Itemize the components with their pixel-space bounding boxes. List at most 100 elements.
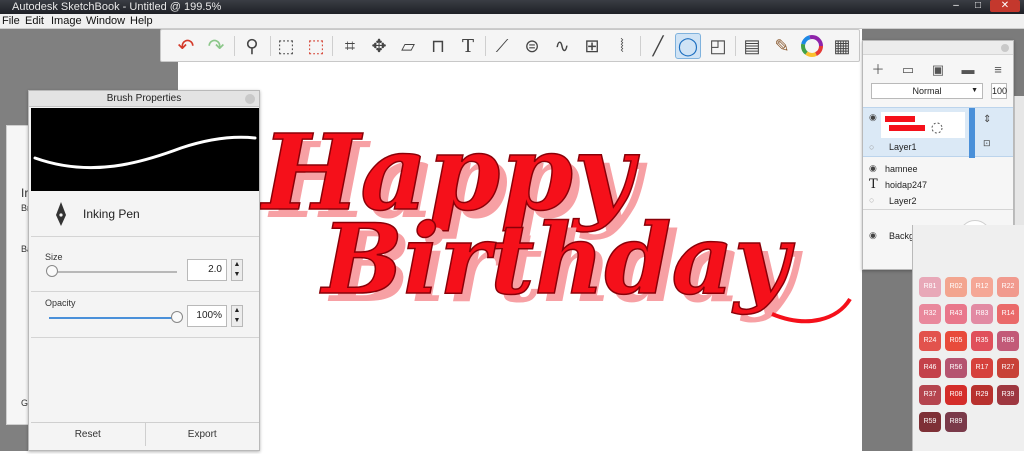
opacity-slider-block: Opacity 100% ▲ ▼	[31, 292, 259, 338]
color-wheel-button[interactable]	[799, 33, 825, 59]
brush-panel-header[interactable]: Brush Properties	[29, 91, 259, 107]
reset-button[interactable]: Reset	[31, 423, 146, 446]
size-slider-knob[interactable]	[45, 265, 58, 277]
visibility-eye-icon[interactable]: ◉	[869, 163, 877, 174]
export-button[interactable]: Export	[146, 423, 260, 446]
stroke-preview-curve	[33, 135, 257, 170]
select-button[interactable]: ⬚	[273, 33, 299, 59]
brush-name-row[interactable]: Inking Pen	[31, 191, 259, 237]
swatch-r83[interactable]: R83	[971, 304, 993, 324]
layers-toggle-button[interactable]: ▤	[739, 33, 765, 59]
window-title: Autodesk SketchBook - Untitled @ 199.5%	[12, 1, 222, 13]
swatch-r32[interactable]: R32	[919, 304, 941, 324]
brush-library-button[interactable]: ✎	[769, 33, 795, 59]
swatch-r81[interactable]: R81	[919, 277, 941, 297]
select-icon: ⬚	[277, 35, 295, 56]
shapes-button[interactable]: ◰	[705, 33, 731, 59]
french-curve-button[interactable]: ∿	[549, 33, 575, 59]
swatch-r37[interactable]: R37	[919, 385, 941, 405]
maximize-button[interactable]: □	[968, 0, 988, 12]
toolbar-divider	[640, 36, 641, 56]
close-button[interactable]: ✕	[990, 0, 1020, 12]
crop-icon: ⌗	[344, 35, 356, 56]
palette-button[interactable]: ▦	[829, 33, 855, 59]
swatch-r27[interactable]: R27	[997, 358, 1019, 378]
swatch-r05[interactable]: R05	[945, 331, 967, 351]
swatch-r17[interactable]: R17	[971, 358, 993, 378]
layer-lock-icon[interactable]: ○	[869, 142, 874, 152]
swatch-r08[interactable]: R08	[945, 385, 967, 405]
ruler-button[interactable]: ⟋	[489, 33, 515, 59]
swatch-r85[interactable]: R85	[997, 331, 1019, 351]
swatch-r46[interactable]: R46	[919, 358, 941, 378]
swatch-r02[interactable]: R02	[945, 277, 967, 297]
minimize-button[interactable]: –	[946, 0, 966, 12]
layer-panel-header[interactable]	[863, 41, 1013, 55]
birthday-text: Birthday	[319, 203, 796, 316]
swatch-r24[interactable]: R24	[919, 331, 941, 351]
layer-row-layer2[interactable]: ○ Layer2	[863, 193, 1013, 209]
layer-name: Layer1	[889, 142, 917, 152]
move-button[interactable]: ✥	[366, 33, 392, 59]
toolbar-divider	[234, 36, 235, 56]
size-slider-track[interactable]	[49, 271, 177, 273]
menu-file[interactable]: File	[2, 14, 20, 29]
toolbar-divider	[735, 36, 736, 56]
opacity-label: Opacity	[45, 298, 76, 308]
swatch-r14[interactable]: R14	[997, 304, 1019, 324]
undo-icon: ↶	[177, 35, 195, 58]
layer-row-layer1[interactable]: ◉ ○ Layer1 ⇕ ⊡	[863, 107, 1013, 158]
drawing-canvas[interactable]: Happy Happy Birthday Birthday	[178, 29, 862, 451]
close-icon[interactable]	[245, 94, 255, 104]
swatch-r59[interactable]: R59	[919, 412, 941, 432]
visibility-eye-icon[interactable]: ◉	[869, 230, 877, 241]
opacity-stepper[interactable]: ▲ ▼	[231, 305, 243, 327]
swatch-r35[interactable]: R35	[971, 331, 993, 351]
ellipse-button[interactable]: ◯	[675, 33, 701, 59]
layer-menu-icon[interactable]: ≡	[989, 61, 1007, 79]
distort-button[interactable]: ▱	[395, 33, 421, 59]
menu-edit[interactable]: Edit	[25, 14, 44, 29]
swatch-r12[interactable]: R12	[971, 277, 993, 297]
size-stepper[interactable]: ▲ ▼	[231, 259, 243, 281]
lasso-select-button[interactable]: ⬚	[303, 33, 329, 59]
opacity-slider-track[interactable]	[49, 317, 177, 319]
swatch-r56[interactable]: R56	[945, 358, 967, 378]
hidden-eye-icon[interactable]: ○	[869, 195, 874, 205]
line-button[interactable]: ╱	[645, 33, 671, 59]
symmetry-button[interactable]: ⦚	[609, 33, 635, 59]
image-layer-icon[interactable]: ▣	[929, 61, 947, 79]
menu-window[interactable]: Window	[86, 14, 125, 29]
perspective-button[interactable]: ⊞	[579, 33, 605, 59]
folder-icon[interactable]: ▭	[899, 61, 917, 79]
blend-mode-dropdown[interactable]: Normal ▼	[871, 83, 983, 99]
ellipse-guide-button[interactable]: ⊜	[519, 33, 545, 59]
shapes-icon: ◰	[709, 35, 727, 56]
ellipse-guide-icon: ⊜	[524, 35, 540, 56]
swatch-r43[interactable]: R43	[945, 304, 967, 324]
text-button[interactable]: T	[455, 33, 481, 59]
crop-button[interactable]: ⌗	[337, 33, 363, 59]
layer-opacity-field[interactable]: 100	[991, 83, 1007, 99]
redo-button[interactable]: ↷	[203, 33, 229, 59]
fill-button[interactable]: ⊓	[425, 33, 451, 59]
menu-help[interactable]: Help	[130, 14, 153, 29]
swatch-r22[interactable]: R22	[997, 277, 1019, 297]
merge-layer-icon[interactable]: ▬	[959, 61, 977, 79]
menu-image[interactable]: Image	[51, 14, 82, 29]
opacity-value-field[interactable]: 100%	[187, 305, 227, 327]
swatch-r29[interactable]: R29	[971, 385, 993, 405]
layer-row-hoidap247[interactable]: T hoidap247	[863, 177, 1013, 193]
close-icon[interactable]	[1001, 44, 1009, 52]
layer-row-hamnee[interactable]: ◉ hamnee	[863, 161, 1013, 177]
size-value-field[interactable]: 2.0	[187, 259, 227, 281]
add-layer-icon[interactable]: ＋	[869, 61, 887, 79]
layer-reorder-icon[interactable]: ⇕	[983, 114, 991, 125]
zoom-button[interactable]: ⚲	[239, 33, 265, 59]
visibility-eye-icon[interactable]: ◉	[869, 112, 877, 123]
swatch-r89[interactable]: R89	[945, 412, 967, 432]
opacity-slider-knob[interactable]	[171, 311, 183, 323]
layer-options-icon[interactable]: ⊡	[983, 138, 991, 149]
swatch-r39[interactable]: R39	[997, 385, 1019, 405]
undo-button[interactable]: ↶	[173, 33, 199, 59]
